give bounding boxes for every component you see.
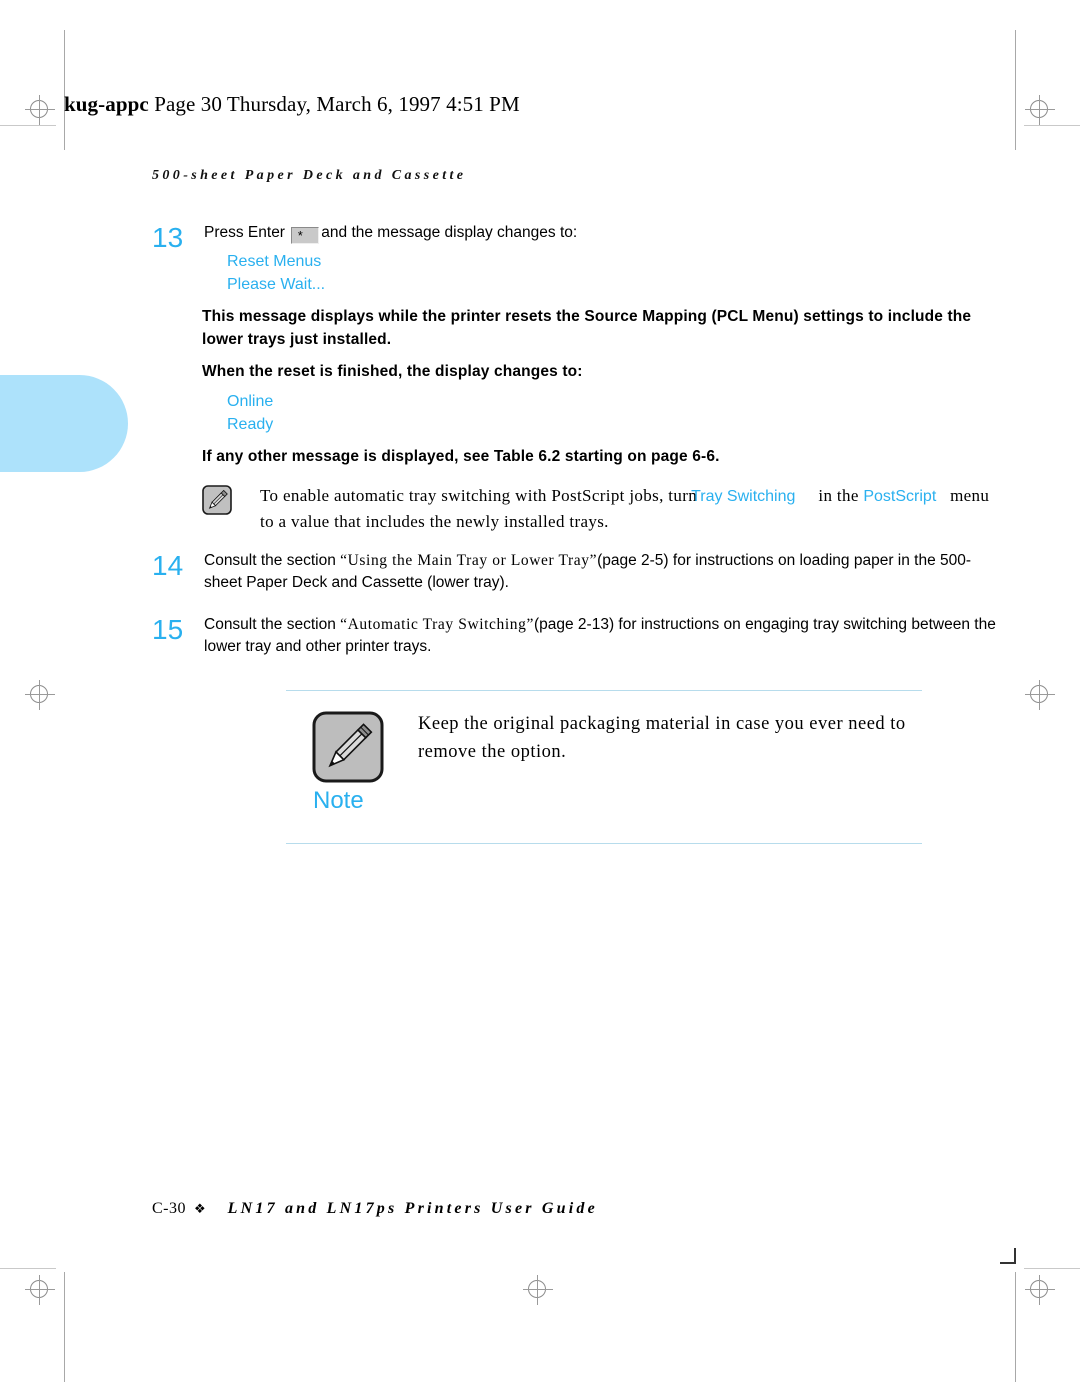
registration-hline (1025, 694, 1055, 695)
step-text: Consult the section “Using the Main Tray… (204, 550, 1002, 594)
registration-circle (1030, 100, 1048, 118)
registration-vline (1039, 1275, 1040, 1305)
pencil-icon (202, 484, 232, 515)
footer-book-title: LN17 and LN17ps Printers User Guide (227, 1200, 598, 1217)
inline-note-callout: To enable automatic tray switching with … (202, 483, 1002, 536)
step-text: Press Enter * and the message display cha… (204, 222, 1002, 244)
display-line: Ready (227, 415, 274, 433)
registration-mark-bottom-center (523, 1275, 553, 1305)
registration-mark-mid-right (1025, 680, 1055, 710)
crop-corner-mark-bottom-right (1000, 1248, 1016, 1264)
display-line: Online (227, 392, 274, 410)
step-13-lead-after: and the message display changes to: (321, 224, 578, 241)
trim-line-left-bottom (64, 1272, 65, 1382)
registration-vline (1039, 95, 1040, 125)
trim-line-top-right-h (1024, 125, 1080, 126)
enter-key-button[interactable]: * (291, 227, 320, 244)
registration-circle (528, 1280, 546, 1298)
display-panel-message-2: Online Ready (227, 390, 1002, 436)
registration-mark-bottom-left (25, 1275, 55, 1305)
trim-line-bottom-left-h (0, 1268, 56, 1269)
display-panel-message-1: Reset Menus Please Wait... (227, 250, 1002, 296)
step-number: 14 (152, 549, 184, 581)
registration-mark-top-right (1025, 95, 1055, 125)
note-callout-box: Note Keep the original packaging materia… (286, 690, 922, 844)
registration-circle (30, 1280, 48, 1298)
registration-hline (1025, 1289, 1055, 1290)
trim-line-top-left-h (0, 125, 56, 126)
note-text: Keep the original packaging material in … (418, 714, 906, 762)
step-13: 13 Press Enter * and the message display … (152, 222, 1002, 536)
step-number: 13 (152, 222, 184, 253)
inline-note-text: To enable automatic tray switching with … (260, 483, 1002, 536)
registration-mark-top-left (25, 95, 55, 125)
step-text: Consult the section “Automatic Tray Swit… (204, 614, 1002, 658)
inline-note-highlight-postscript: PostScript (863, 487, 937, 505)
step-15: 15 Consult the section “Automatic Tray S… (152, 614, 1002, 658)
registration-hline (25, 1289, 55, 1290)
registration-vline (39, 680, 40, 710)
running-head: 500-sheet Paper Deck and Cassette (152, 168, 467, 183)
registration-vline (537, 1275, 538, 1305)
step-14: 14 Consult the section “Using the Main T… (152, 550, 1002, 594)
step-number: 15 (152, 613, 184, 645)
registration-vline (39, 95, 40, 125)
step-15-section-title: “Automatic Tray Switching” (340, 615, 534, 633)
step-13-bold-para-3: If any other message is displayed, see T… (202, 448, 720, 466)
page-footer: C-30 ❖ LN17 and LN17ps Printers User Guide (152, 1200, 598, 1218)
registration-mark-mid-left (25, 680, 55, 710)
step-15-lead: Consult the section (204, 615, 341, 633)
file-header: kug-appc Page 30 Thursday, March 6, 1997… (64, 92, 520, 117)
pencil-icon (312, 711, 384, 783)
registration-vline (1039, 680, 1040, 710)
note-label: Note (313, 787, 364, 814)
registration-circle (1030, 1280, 1048, 1298)
registration-hline (1025, 109, 1055, 110)
file-header-meta: Page 30 Thursday, March 6, 1997 4:51 PM (148, 92, 520, 116)
note-callout-body: Note Keep the original packaging materia… (286, 691, 922, 843)
display-line: Please Wait... (227, 276, 326, 294)
registration-hline (25, 109, 55, 110)
chapter-thumb-tab (0, 375, 128, 472)
trim-line-right-top (1015, 30, 1016, 150)
step-14-section-title: “Using the Main Tray or Lower Tray” (340, 551, 598, 569)
registration-vline (39, 1275, 40, 1305)
registration-circle (30, 685, 48, 703)
registration-hline (523, 1289, 553, 1290)
note-rule-bottom (286, 843, 922, 844)
step-14-lead: Consult the section (204, 551, 341, 569)
registration-hline (25, 694, 55, 695)
step-13-bold-para-2: When the reset is finished, the display … (202, 363, 583, 381)
file-header-filename: kug-appc (64, 92, 149, 116)
registration-circle (1030, 685, 1048, 703)
trim-line-right-bottom (1015, 1272, 1016, 1382)
registration-circle (30, 100, 48, 118)
registration-mark-bottom-right (1025, 1275, 1055, 1305)
footer-page-number: C-30 (152, 1200, 186, 1217)
trim-line-bottom-right-h (1024, 1268, 1080, 1269)
display-line: Reset Menus (227, 253, 322, 270)
diamond-icon: ❖ (194, 1201, 206, 1216)
asterisk-icon: * (297, 228, 303, 243)
inline-note-part2: in the (818, 485, 859, 505)
inline-note-part1: To enable automatic tray switching with … (260, 485, 698, 505)
step-13-bold-para-1: This message displays while the printer … (202, 308, 972, 348)
inline-note-highlight-tray-switching: Tray Switching (691, 487, 796, 505)
trim-line-left-top (64, 30, 65, 150)
step-13-lead: Press Enter (204, 224, 290, 241)
page-content: 13 Press Enter * and the message display … (152, 222, 1002, 662)
